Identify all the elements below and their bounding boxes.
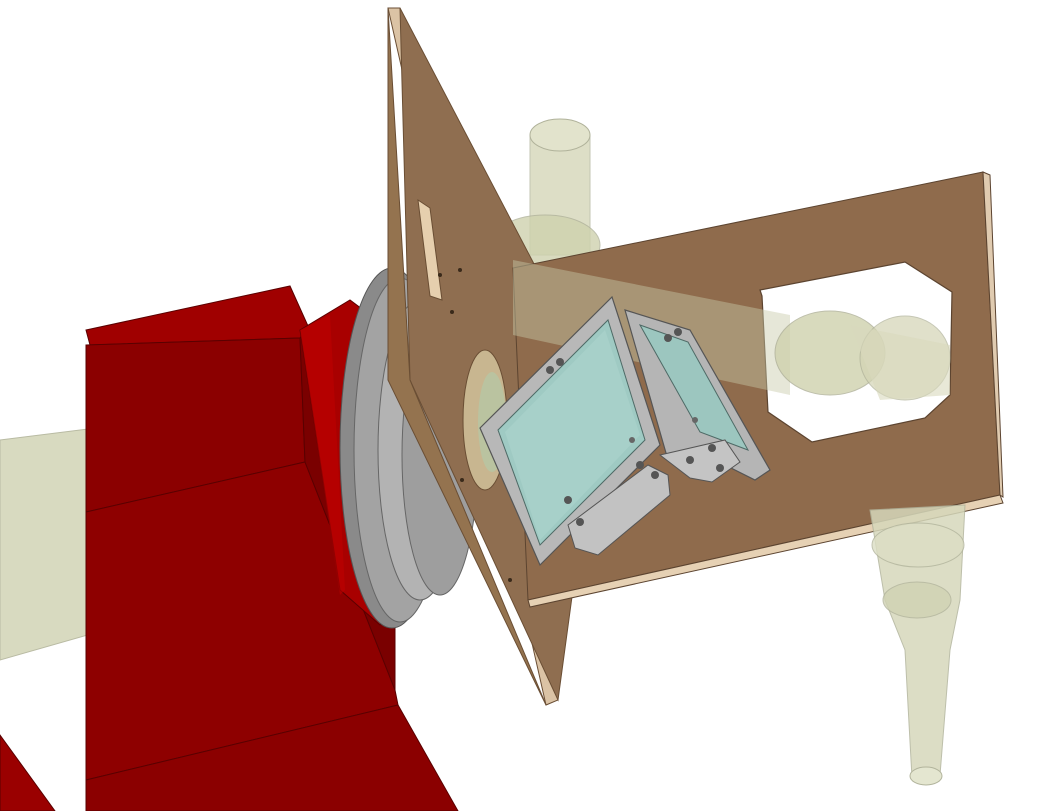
cad-scene [0,0,1047,811]
cad-render [0,0,1047,811]
